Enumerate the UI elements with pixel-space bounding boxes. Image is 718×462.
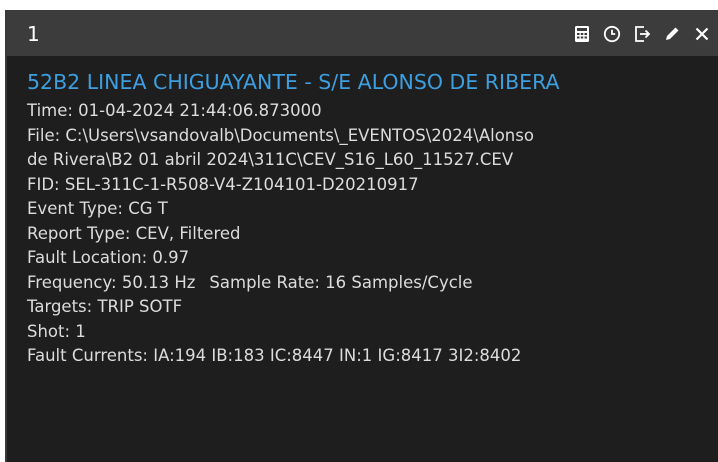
pencil-icon[interactable] bbox=[662, 24, 682, 44]
titlebar-toolbar bbox=[572, 24, 712, 44]
fault-location: Fault Location: 0.97 bbox=[27, 248, 190, 267]
event-type: Event Type: CG T bbox=[27, 199, 168, 218]
export-icon[interactable] bbox=[632, 24, 652, 44]
frequency-row: Frequency: 50.13 Hz Sample Rate: 16 Sampl… bbox=[27, 271, 718, 296]
report-type: Report Type: CEV, Filtered bbox=[27, 223, 241, 243]
event-file-line-1: File: C:\Users\vsandovalb\Documents\_EVE… bbox=[27, 125, 534, 145]
event-title: 52B2 LINEA CHIGUAYANTE - S/E ALONSO DE R… bbox=[27, 70, 560, 94]
event-file-line-2: de Rivera\B2 01 abril 2024\311C\CEV_S16_… bbox=[27, 150, 514, 169]
calculator-icon[interactable] bbox=[572, 24, 592, 44]
sample-rate: Sample Rate: 16 Samples/Cycle bbox=[209, 272, 473, 292]
targets: Targets: TRIP SOTF bbox=[27, 297, 183, 316]
event-window: 1 52B2 LINEA CHIGUAYANTE - S/E ALONSO DE… bbox=[5, 10, 718, 462]
event-fid: FID: SEL-311C-1-R508-V4-Z104101-D2021091… bbox=[27, 174, 419, 194]
window-titlebar[interactable]: 1 bbox=[7, 12, 718, 56]
frequency: Frequency: 50.13 Hz bbox=[27, 272, 196, 292]
close-icon[interactable] bbox=[692, 24, 712, 44]
window-title: 1 bbox=[27, 22, 40, 46]
event-details: 52B2 LINEA CHIGUAYANTE - S/E ALONSO DE R… bbox=[7, 56, 718, 369]
fault-currents: Fault Currents: IA:194 IB:183 IC:8447 IN… bbox=[27, 346, 522, 365]
clock-icon[interactable] bbox=[602, 24, 622, 44]
shot: Shot: 1 bbox=[27, 321, 86, 341]
event-time: Time: 01-04-2024 21:44:06.873000 bbox=[27, 101, 322, 120]
